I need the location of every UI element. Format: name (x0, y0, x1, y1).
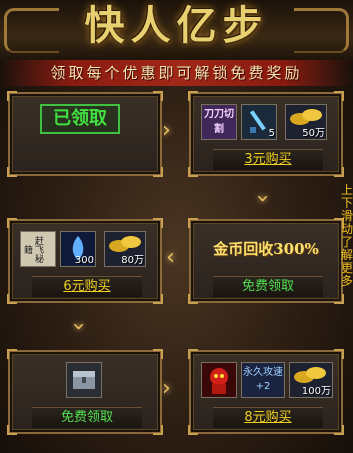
red-demon-icon[interactable] (201, 362, 237, 398)
blue-flame-icon[interactable]: 300 (60, 231, 96, 267)
free-claim-button-1[interactable]: 免费领取 (213, 276, 323, 297)
arrow-down-icon: › (65, 322, 91, 331)
permanent-speed-item[interactable]: 永久攻速+2 (241, 362, 285, 398)
arrow-down-icon: › (249, 194, 275, 203)
silver-chest-icon (73, 371, 95, 389)
step-6-panel: 永久攻速+2 100万 8元购买 (188, 349, 344, 435)
step-1-panel: 已领取 (7, 91, 163, 177)
gold-ingot-icon[interactable]: 50万 (285, 104, 327, 140)
free-claim-button-2[interactable]: 免费领取 (32, 407, 142, 428)
step-2-panel: 刀刀切割 5 50万 3元购买 (188, 91, 344, 177)
header-banner: 快人亿步 (0, 0, 353, 62)
item-count: 80万 (121, 255, 144, 266)
skill-book-item[interactable]: 刀刀切割 (201, 104, 237, 140)
buy-6-button[interactable]: 6元购买 (32, 276, 142, 297)
right-ornament (294, 8, 349, 53)
event-title: 快人亿步 (84, 2, 269, 49)
item-count: 300 (74, 255, 94, 266)
jade-sword-icon[interactable]: 5 (241, 104, 277, 140)
item-count: 50万 (302, 128, 325, 139)
arrow-left-icon: › (166, 245, 175, 270)
event-subtitle: 领取每个优惠即可解锁免费奖励 (0, 60, 353, 86)
left-ornament (4, 8, 59, 53)
red-demon-icon (210, 368, 228, 394)
item-count: 100万 (301, 386, 331, 397)
item-label: 刀刀切割 (204, 109, 234, 135)
item-label: 赶飞秘籍 (22, 235, 43, 263)
buy-8-button[interactable]: 8元购买 (213, 407, 323, 428)
step-3-panel: 赶飞秘籍 300 80万 6元购买 (7, 218, 163, 304)
silver-chest-icon[interactable] (66, 362, 102, 398)
gold-ingot-icon[interactable]: 100万 (289, 362, 333, 398)
step-4-panel: 金币回收300% 免费领取 (188, 218, 344, 304)
claimed-stamp: 已领取 (40, 104, 120, 134)
scroll-hint: 上下滑动了解更多 (341, 183, 353, 288)
buy-3-button[interactable]: 3元购买 (213, 149, 323, 170)
gold-recovery-banner: 金币回收300% (213, 240, 319, 258)
item-label: 永久攻速+2 (243, 367, 283, 392)
item-count: 5 (268, 128, 275, 139)
arrow-right-icon: › (162, 118, 171, 143)
gold-ingot-icon[interactable]: 80万 (104, 231, 146, 267)
step-5-panel: 免费领取 (7, 349, 163, 435)
arrow-right-icon: › (162, 376, 171, 401)
secret-manual-item[interactable]: 赶飞秘籍 (20, 231, 56, 267)
